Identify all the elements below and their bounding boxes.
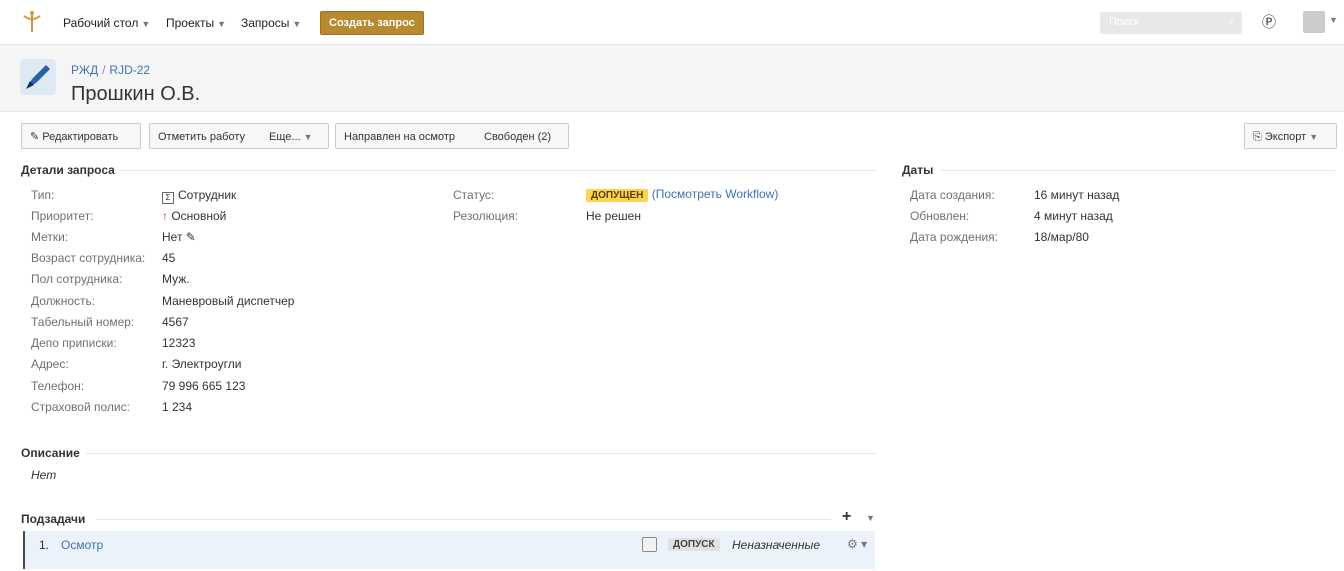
date-birth-label: Дата рождения: xyxy=(910,230,998,244)
nav-dashboard-label: Рабочий стол xyxy=(63,16,139,30)
status-badge: допущен xyxy=(586,189,649,202)
field-type-value: Σ Сотрудник xyxy=(162,188,236,204)
search-placeholder: Поиск xyxy=(1109,16,1140,28)
log-work-button[interactable]: Отметить работу xyxy=(149,123,262,149)
help-button[interactable]: Ⓟ xyxy=(1262,12,1288,34)
field-position-value: Маневровый диспетчер xyxy=(162,294,295,308)
nav-projects[interactable]: Проекты ▼ xyxy=(166,16,226,30)
employee-type-icon: Σ xyxy=(162,192,174,204)
export-button[interactable]: ⎘ Экспорт ▼ xyxy=(1244,123,1337,149)
chevron-down-icon: ▼ xyxy=(1309,132,1319,142)
breadcrumb-project[interactable]: РЖД xyxy=(71,63,98,77)
more-button-label: Еще... xyxy=(269,131,301,143)
page-title: Прошкин О.В. xyxy=(71,83,201,105)
chevron-down-icon: ▼ xyxy=(141,19,151,29)
field-phone-label: Телефон: xyxy=(31,379,85,393)
gear-icon[interactable]: ⚙ ▾ xyxy=(847,537,867,551)
labels-value-text: Нет xyxy=(162,230,183,244)
divider xyxy=(86,453,875,454)
field-depot-label: Депо приписки: xyxy=(31,336,117,350)
more-button[interactable]: Еще... ▼ xyxy=(261,123,329,149)
edit-button-label: Редактировать xyxy=(42,131,119,143)
chevron-down-icon[interactable]: ▼ xyxy=(866,513,875,523)
nav-issues-label: Запросы xyxy=(241,16,290,30)
field-gender-value: Муж. xyxy=(162,272,190,286)
field-age-value: 45 xyxy=(162,251,176,265)
nav-dashboard[interactable]: Рабочий стол ▼ xyxy=(63,16,150,30)
divider xyxy=(96,519,831,520)
subtask-type-icon xyxy=(642,537,657,552)
arrow-up-icon: ↑ xyxy=(162,209,168,223)
subtasks-section-title: Подзадачи xyxy=(21,512,86,526)
field-status-label: Статус: xyxy=(453,188,495,202)
pencil-icon: ✎ xyxy=(30,131,40,143)
field-type-label: Тип: xyxy=(31,188,55,202)
date-updated-label: Обновлен: xyxy=(910,209,970,223)
chevron-down-icon[interactable]: ▼ xyxy=(1329,15,1338,25)
date-updated-value: 4 минут назад xyxy=(1034,209,1113,223)
issue-header: РЖД / RJD-22 Прошкин О.В. xyxy=(0,45,1344,112)
field-priority-label: Приоритет: xyxy=(31,209,94,223)
type-value-text: Сотрудник xyxy=(178,188,237,202)
details-section-title: Детали запроса xyxy=(21,163,115,177)
field-insurance-value: 1 234 xyxy=(162,400,193,414)
chevron-down-icon: ▼ xyxy=(292,19,302,29)
subtask-link[interactable]: Осмотр xyxy=(61,538,103,552)
rocket-icon xyxy=(26,65,50,89)
description-section-title: Описание xyxy=(21,446,80,460)
nav-projects-label: Проекты xyxy=(166,16,215,30)
field-personnel-number-label: Табельный номер: xyxy=(31,315,135,329)
field-insurance-label: Страховой полис: xyxy=(31,400,130,414)
field-resolution-label: Резолюция: xyxy=(453,209,519,223)
nav-issues[interactable]: Запросы ▼ xyxy=(241,16,301,30)
field-resolution-value: Не решен xyxy=(586,209,641,223)
breadcrumb-issue-key[interactable]: RJD-22 xyxy=(109,63,150,77)
field-address-label: Адрес: xyxy=(31,357,69,371)
app-logo-icon[interactable] xyxy=(22,10,42,34)
field-position-label: Должность: xyxy=(31,294,96,308)
help-icon: Ⓟ xyxy=(1262,14,1276,30)
field-labels-label: Метки: xyxy=(31,230,69,244)
export-icon: ⎘ xyxy=(1253,131,1262,143)
date-birth-value: 18/мар/80 xyxy=(1034,230,1089,244)
description-value[interactable]: Нет xyxy=(31,468,56,482)
free-button[interactable]: Свободен (2) xyxy=(476,123,569,149)
search-icon: ⌕ xyxy=(1228,15,1235,27)
subtask-status-badge: допуск xyxy=(668,538,720,551)
avatar[interactable] xyxy=(1303,11,1325,33)
field-status-value: допущен (Посмотреть Workflow) xyxy=(586,187,778,202)
chevron-down-icon: ▼ xyxy=(303,132,313,142)
field-labels-value: Нет ✎ xyxy=(162,230,196,244)
subtask-assignee: Неназначенные xyxy=(732,538,821,552)
add-subtask-icon[interactable]: + xyxy=(842,508,851,526)
divider xyxy=(940,170,1335,171)
pencil-icon[interactable]: ✎ xyxy=(186,230,196,244)
breadcrumb: РЖД / RJD-22 xyxy=(71,63,150,77)
breadcrumb-separator: / xyxy=(102,63,106,77)
table-row[interactable]: 1. Осмотр допуск Неназначенные ⚙ ▾ xyxy=(23,531,875,569)
search-input[interactable]: Поиск ⌕ xyxy=(1100,12,1242,34)
date-created-label: Дата создания: xyxy=(910,188,995,202)
field-depot-value: 12323 xyxy=(162,336,196,350)
field-priority-value: ↑ Основной xyxy=(162,209,226,223)
divider xyxy=(120,170,875,171)
view-workflow-link[interactable]: (Посмотреть Workflow) xyxy=(652,187,779,201)
field-address-value: г. Электроугли xyxy=(162,357,242,371)
project-avatar[interactable] xyxy=(20,59,56,95)
field-personnel-number-value: 4567 xyxy=(162,315,189,329)
top-navigation: Рабочий стол ▼ Проекты ▼ Запросы ▼ Создать … xyxy=(0,0,1344,45)
field-gender-label: Пол сотрудника: xyxy=(31,272,123,286)
sent-inspection-button[interactable]: Направлен на осмотр xyxy=(335,123,477,149)
field-phone-value: 79 996 665 123 xyxy=(162,379,246,393)
export-button-label: Экспорт xyxy=(1264,131,1307,143)
dates-section-title: Даты xyxy=(902,163,934,177)
field-age-label: Возраст сотрудника: xyxy=(31,251,146,265)
create-issue-button[interactable]: Создать запрос xyxy=(320,11,424,35)
edit-button[interactable]: ✎ Редактировать xyxy=(21,123,141,149)
subtask-number: 1. xyxy=(39,538,50,552)
chevron-down-icon: ▼ xyxy=(217,19,227,29)
date-created-value: 16 минут назад xyxy=(1034,188,1120,202)
priority-value-text: Основной xyxy=(171,209,227,223)
